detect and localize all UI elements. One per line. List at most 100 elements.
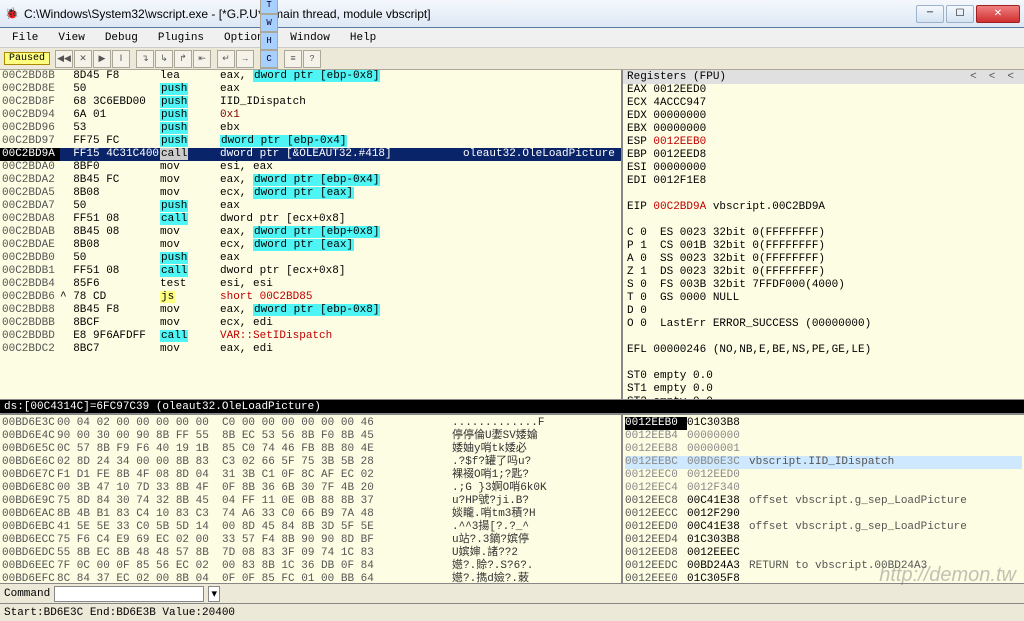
disasm-row[interactable]: 00C2BDBD E8 9F6AFDFFcallVAR::SetIDispatc…	[0, 330, 621, 343]
window-maximize-button[interactable]: ☐	[946, 5, 974, 23]
toolbar-letter-button[interactable]: C	[260, 50, 278, 68]
toolbar-letter-button[interactable]: T	[260, 0, 278, 14]
register-line: A 0 SS 0023 32bit 0(FFFFFFFF)	[623, 253, 1024, 266]
register-line	[623, 188, 1024, 201]
register-line: ST1 empty 0.0	[623, 383, 1024, 396]
register-line: ESI 00000000	[623, 162, 1024, 175]
stack-row[interactable]: 0012EEC40012F340	[625, 482, 1022, 495]
register-line: EBP 0012EED8	[623, 149, 1024, 162]
disasm-row[interactable]: 00C2BDC2 8BC7moveax, edi	[0, 343, 621, 356]
register-line: EFL 00000246 (NO,NB,E,BE,NS,PE,GE,LE)	[623, 344, 1024, 357]
toolbar-button[interactable]: ✕	[74, 50, 92, 68]
hex-row[interactable]: 00BD6E7CF1 D1 FE 8B 4F 08 8D 04 31 3B C1…	[2, 469, 619, 482]
stack-row[interactable]: 0012EED000C41E38offset vbscript.g_sep_Lo…	[625, 521, 1022, 534]
hex-row[interactable]: 00BD6E8C00 3B 47 10 7D 33 8B 4F 0F 8B 36…	[2, 482, 619, 495]
hex-row[interactable]: 00BD6EEC7F 0C 00 0F 85 56 EC 02 00 83 8B…	[2, 560, 619, 573]
register-line: Z 1 DS 0023 32bit 0(FFFFFFFF)	[623, 266, 1024, 279]
stack-row[interactable]: 0012EED401C303B8	[625, 534, 1022, 547]
stack-row[interactable]: 0012EED80012EEEC	[625, 547, 1022, 560]
menu-help[interactable]: Help	[342, 30, 384, 46]
command-dropdown-button[interactable]: ▾	[208, 586, 220, 602]
toolbar-button[interactable]: ?	[303, 50, 321, 68]
disasm-row[interactable]: 00C2BDB1 FF51 08calldword ptr [ecx+0x8]	[0, 265, 621, 278]
stack-row[interactable]: 0012EEC00012EED0	[625, 469, 1022, 482]
hex-row[interactable]: 00BD6EBC41 5E 5E 33 C0 5B 5D 14 00 8D 45…	[2, 521, 619, 534]
hex-row[interactable]: 00BD6EFC8C 84 37 EC 02 00 8B 04 0F 0F 85…	[2, 573, 619, 583]
toolbar-button[interactable]: ↱	[174, 50, 192, 68]
toolbar-letter-button[interactable]: W	[260, 14, 278, 32]
statusbar-text: Start:BD6E3C End:BD6E3B Value:20400	[4, 607, 235, 619]
toolbar-button[interactable]: ⇤	[193, 50, 211, 68]
command-bar: Command ▾	[0, 583, 1024, 603]
disasm-row[interactable]: 00C2BDA0 8BF0movesi, eax	[0, 161, 621, 174]
toolbar-button[interactable]: →	[236, 50, 254, 68]
register-line: ST2 empty 0.0	[623, 396, 1024, 399]
menu-debug[interactable]: Debug	[97, 30, 146, 46]
disasm-row[interactable]: 00C2BDBB 8BCFmovecx, edi	[0, 317, 621, 330]
disasm-row[interactable]: 00C2BDB0 50pusheax	[0, 252, 621, 265]
stack-row[interactable]: 0012EEB001C303B8	[625, 417, 1022, 430]
hex-row[interactable]: 00BD6E3C00 04 02 00 00 00 00 00 C0 00 00…	[2, 417, 619, 430]
disasm-status: ds:[00C4314C]=6FC97C39 (oleaut32.OleLoad…	[0, 399, 1024, 413]
hex-row[interactable]: 00BD6EDC55 8B EC 8B 48 48 57 8B 7D 08 83…	[2, 547, 619, 560]
command-input[interactable]	[54, 586, 204, 602]
hex-row[interactable]: 00BD6EAC8B 4B B1 83 C4 10 83 C3 74 A6 33…	[2, 508, 619, 521]
hex-row[interactable]: 00BD6E6C02 8D 24 34 00 00 8B 83 C3 02 66…	[2, 456, 619, 469]
toolbar-button[interactable]: ≡	[284, 50, 302, 68]
nav-left-icon[interactable]: <	[983, 71, 1002, 83]
disasm-row[interactable]: 00C2BDA5 8B08movecx, dword ptr [eax]	[0, 187, 621, 200]
window-title: C:\Windows\System32\wscript.exe - [*G.P.…	[24, 7, 916, 21]
stack-row[interactable]: 0012EEE001C305F8	[625, 573, 1022, 583]
disassembly-pane[interactable]: 00C2BD8B 8D45 F8leaeax, dword ptr [ebp-0…	[0, 70, 623, 399]
stack-row[interactable]: 0012EEDC00BD24A3RETURN to vbscript.00BD2…	[625, 560, 1022, 573]
hex-row[interactable]: 00BD6ECC75 F6 C4 E9 69 EC 02 00 33 57 F4…	[2, 534, 619, 547]
window-minimize-button[interactable]: ─	[916, 5, 944, 23]
toolbar-button[interactable]: ↴	[136, 50, 154, 68]
stack-pane[interactable]: 0012EEB001C303B80012EEB4000000000012EEB8…	[623, 415, 1024, 583]
register-line	[623, 214, 1024, 227]
disasm-row[interactable]: 00C2BD8E 50pusheax	[0, 83, 621, 96]
stack-row[interactable]: 0012EEBC00BD6E3Cvbscript.IID_IDispatch	[625, 456, 1022, 469]
menu-plugins[interactable]: Plugins	[150, 30, 212, 46]
hex-row[interactable]: 00BD6E9C75 8D 84 30 74 32 8B 45 04 FF 11…	[2, 495, 619, 508]
register-line: EBX 00000000	[623, 123, 1024, 136]
hex-row[interactable]: 00BD6E4C90 00 30 00 90 8B FF 55 8B EC 53…	[2, 430, 619, 443]
register-line: ECX 4ACCC947	[623, 97, 1024, 110]
window-close-button[interactable]: ✕	[976, 5, 1020, 23]
registers-pane[interactable]: Registers (FPU) < < < EAX 0012EED0ECX 4A…	[623, 70, 1024, 399]
toolbar-button[interactable]: ↵	[217, 50, 235, 68]
disasm-row[interactable]: 00C2BDA8 FF51 08calldword ptr [ecx+0x8]	[0, 213, 621, 226]
stack-row[interactable]: 0012EEB400000000	[625, 430, 1022, 443]
stack-row[interactable]: 0012EEC800C41E38offset vbscript.g_sep_Lo…	[625, 495, 1022, 508]
toolbar-button[interactable]: ‖	[112, 50, 130, 68]
hexdump-pane[interactable]: 00BD6E3C00 04 02 00 00 00 00 00 C0 00 00…	[0, 415, 623, 583]
stack-row[interactable]: 0012EEB800000001	[625, 443, 1022, 456]
disasm-row[interactable]: 00C2BDA2 8B45 FCmoveax, dword ptr [ebp-0…	[0, 174, 621, 187]
toolbar-letter-button[interactable]: H	[260, 32, 278, 50]
toolbar: Paused ◀◀ ✕ ▶ ‖ ↴ ↳ ↱ ⇤ ↵ → LEMTWHC/KBR.…	[0, 48, 1024, 70]
nav-left-icon[interactable]: <	[964, 71, 983, 83]
menu-view[interactable]: View	[50, 30, 92, 46]
disasm-row[interactable]: 00C2BDAB 8B45 08moveax, dword ptr [ebp+0…	[0, 226, 621, 239]
disasm-row[interactable]: 00C2BD96 53pushebx	[0, 122, 621, 135]
register-line: O 0 LastErr ERROR_SUCCESS (00000000)	[623, 318, 1024, 331]
disasm-row[interactable]: 00C2BDB4 85F6testesi, esi	[0, 278, 621, 291]
disasm-row[interactable]: 00C2BDAE 8B08movecx, dword ptr [eax]	[0, 239, 621, 252]
disasm-row[interactable]: 00C2BD8F 68 3C6EBD00pushIID_IDispatch	[0, 96, 621, 109]
disasm-row[interactable]: 00C2BDB8 8B45 F8moveax, dword ptr [ebp-0…	[0, 304, 621, 317]
register-line: ESP 0012EEB0	[623, 136, 1024, 149]
toolbar-button[interactable]: ◀◀	[55, 50, 73, 68]
disasm-row[interactable]: 00C2BDB6^ 78 CDjsshort 00C2BD85	[0, 291, 621, 304]
disasm-row[interactable]: 00C2BD9A FF15 4C31C400calldword ptr [&OL…	[0, 148, 621, 161]
menu-window[interactable]: Window	[282, 30, 338, 46]
nav-left-icon[interactable]: <	[1001, 71, 1020, 83]
hex-row[interactable]: 00BD6E5C0C 57 8B F9 F6 40 19 1B 85 C0 74…	[2, 443, 619, 456]
toolbar-button[interactable]: ↳	[155, 50, 173, 68]
menu-file[interactable]: File	[4, 30, 46, 46]
toolbar-button[interactable]: ▶	[93, 50, 111, 68]
disasm-row[interactable]: 00C2BDA7 50pusheax	[0, 200, 621, 213]
disasm-row[interactable]: 00C2BD97 FF75 FCpushdword ptr [ebp-0x4]	[0, 135, 621, 148]
disasm-row[interactable]: 00C2BD94 6A 01push0x1	[0, 109, 621, 122]
disasm-row[interactable]: 00C2BD8B 8D45 F8leaeax, dword ptr [ebp-0…	[0, 70, 621, 83]
stack-row[interactable]: 0012EECC0012F290	[625, 508, 1022, 521]
